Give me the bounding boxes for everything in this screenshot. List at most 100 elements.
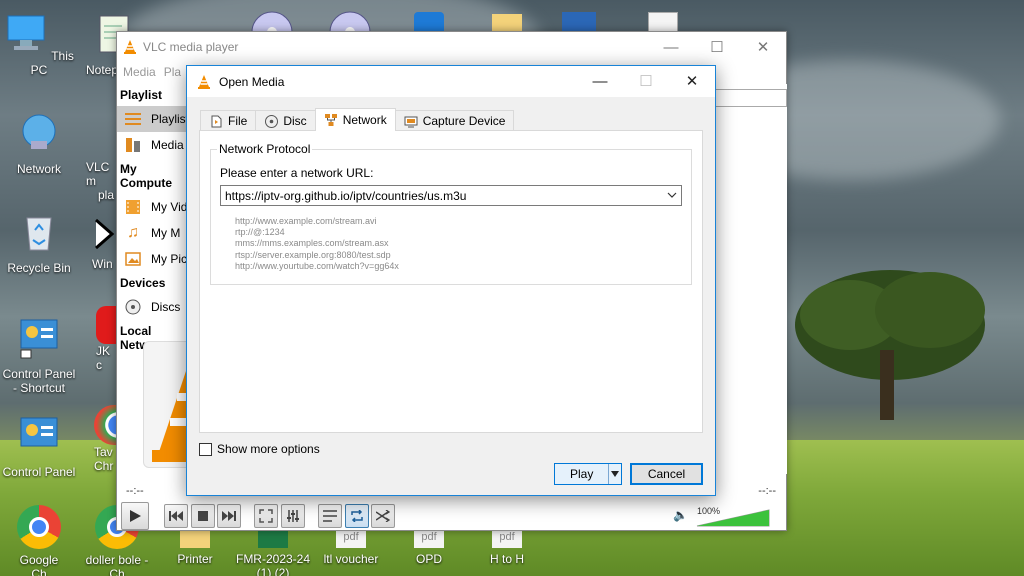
play-dropdown-arrow[interactable] (608, 464, 621, 484)
maximize-icon: ☐ (639, 73, 653, 90)
previous-button[interactable] (164, 504, 188, 528)
show-more-options-checkbox[interactable] (199, 442, 212, 456)
capture-device-icon (404, 114, 418, 128)
desktop-icon-label: Printer (177, 552, 213, 566)
url-examples: http://www.example.com/stream.avi rtp://… (235, 216, 399, 272)
tab-disc[interactable]: Disc (255, 110, 316, 131)
desktop-icon-label: FMR-2023-24 (235, 552, 311, 566)
desktop-icon-fmr[interactable]: FMR-2023-24 (1) (2) (234, 530, 312, 576)
close-icon[interactable]: ✕ (669, 66, 715, 96)
example-line: mms://mms.examples.com/stream.asx (235, 238, 389, 249)
desktop-icon-label: JK c (96, 344, 111, 372)
cancel-button-label: Cancel (647, 467, 686, 481)
sidebar-item-discs[interactable]: Discs (117, 294, 193, 320)
tab-label: File (228, 114, 248, 128)
folder-icon[interactable] (492, 14, 522, 32)
desktop-icon-label: pla (98, 188, 115, 202)
desktop-icon-disc[interactable] (250, 10, 294, 32)
desktop-icon-this-pc[interactable]: This PC (0, 12, 78, 77)
jk-logo-icon (96, 306, 116, 344)
desktop-icon-label: Recycle Bin (7, 261, 71, 275)
playlist-toggle-button[interactable] (318, 504, 342, 528)
app-shortcut-icon[interactable] (562, 12, 596, 32)
minimize-icon[interactable]: — (648, 32, 694, 62)
stop-button[interactable] (191, 504, 215, 528)
network-tab-pane: Network Protocol Please enter a network … (199, 130, 703, 433)
volume-slider[interactable] (695, 508, 771, 528)
recycle-bin-icon (26, 217, 52, 251)
tree-illustration (795, 270, 985, 420)
desktop-icon-control-panel-shortcut[interactable]: Control Panel - Shortcut (0, 316, 78, 395)
extended-settings-button[interactable] (281, 504, 305, 528)
desktop-icon-recycle-bin[interactable]: Recycle Bin (0, 210, 78, 275)
desktop-icon-h-to-h[interactable]: pdf H to H (468, 530, 546, 566)
play-split-button[interactable]: Play (554, 463, 622, 485)
play-button[interactable] (121, 502, 149, 530)
loop-icon (351, 510, 363, 522)
desktop-icon-label: Chr (94, 459, 114, 473)
example-line: http://www.yourtube.com/watch?v=gg64x (235, 260, 399, 271)
vlc-window-title: VLC media player (143, 40, 239, 54)
fullscreen-icon (259, 509, 273, 523)
document-icon[interactable] (648, 12, 678, 32)
desktop-icon-notepad[interactable]: Notep (78, 12, 129, 77)
maximize-icon[interactable]: ☐ (694, 32, 740, 62)
desktop-icon-label: Network (16, 162, 61, 176)
sidebar-item-my-pictures[interactable]: My Pic (117, 246, 193, 272)
edge-icon[interactable] (414, 12, 444, 32)
picture-icon (123, 250, 143, 268)
desktop-icon-opd[interactable]: pdf OPD (390, 530, 468, 566)
desktop-icon-disc-2[interactable] (328, 10, 372, 32)
app-icon (95, 218, 115, 250)
tab-network[interactable]: Network (314, 108, 396, 131)
desktop-icon-chrome-shortcut[interactable]: Tav Chr (94, 405, 118, 473)
sidebar-header-playlist: Playlist (120, 88, 163, 102)
disc-icon (123, 298, 143, 316)
speaker-icon[interactable]: 🔈 (673, 508, 688, 522)
sidebar-item-playlist[interactable]: Playlist (117, 106, 193, 132)
desktop-icon-control-panel[interactable]: Control Panel (0, 414, 78, 479)
playlist-search-field[interactable] (715, 89, 787, 107)
network-globe-icon (22, 114, 56, 149)
sidebar-item-my-videos[interactable]: My Vid (117, 194, 193, 220)
chevron-down-icon[interactable] (667, 189, 677, 201)
fullscreen-button[interactable] (254, 504, 278, 528)
desktop-icon-network[interactable]: Network (0, 111, 78, 176)
dialog-title: Open Media (219, 74, 285, 89)
tab-capture-device[interactable]: Capture Device (394, 110, 515, 131)
tab-file[interactable]: File (200, 110, 257, 131)
cancel-button[interactable]: Cancel (630, 463, 703, 485)
sidebar-item-label: My Vid (151, 200, 188, 214)
desktop-icon-win[interactable]: Win (92, 214, 118, 271)
network-url-combobox[interactable]: https://iptv-org.github.io/iptv/countrie… (220, 185, 682, 206)
sidebar-header-my-computer: My Compute (120, 162, 172, 190)
desktop-icon-ltl-voucher[interactable]: pdf ltl voucher (312, 530, 390, 566)
desktop-icon-label: Google (19, 553, 59, 567)
excel-icon (258, 530, 288, 548)
desktop-icon-label: H to H (489, 552, 524, 566)
desktop-icon-label: (1) (2) (256, 566, 290, 576)
desktop-icon-label: Ch (31, 567, 47, 576)
music-note-icon: ♫ (127, 224, 139, 241)
desktop-icon-jk[interactable]: JK c (96, 306, 118, 372)
desktop-icon-vlc[interactable]: VLC m pla (86, 160, 116, 202)
desktop-icon-label: Control Panel (2, 367, 76, 381)
disc-icon (264, 114, 278, 128)
sidebar-item-my-music[interactable]: ♫ My M (117, 220, 193, 246)
control-panel-icon (20, 319, 58, 359)
next-button[interactable] (217, 504, 241, 528)
show-more-options[interactable]: Show more options (199, 442, 320, 456)
desktop-icon-google-chrome[interactable]: Google Ch (0, 505, 78, 576)
desktop-icon-printer[interactable]: Printer (156, 530, 234, 566)
menu-media[interactable]: Media (123, 65, 156, 79)
shuffle-button[interactable] (371, 504, 395, 528)
desktop-icon-label: VLC m (86, 160, 110, 188)
close-icon[interactable]: ✕ (740, 32, 786, 62)
menu-playback[interactable]: Pla (164, 65, 181, 79)
network-protocol-group: Network Protocol Please enter a network … (210, 142, 692, 285)
tab-label: Capture Device (422, 114, 506, 128)
sidebar-item-media[interactable]: Media (117, 132, 193, 158)
minimize-icon[interactable]: — (577, 66, 623, 96)
loop-button[interactable] (345, 504, 369, 528)
file-icon (209, 114, 223, 128)
